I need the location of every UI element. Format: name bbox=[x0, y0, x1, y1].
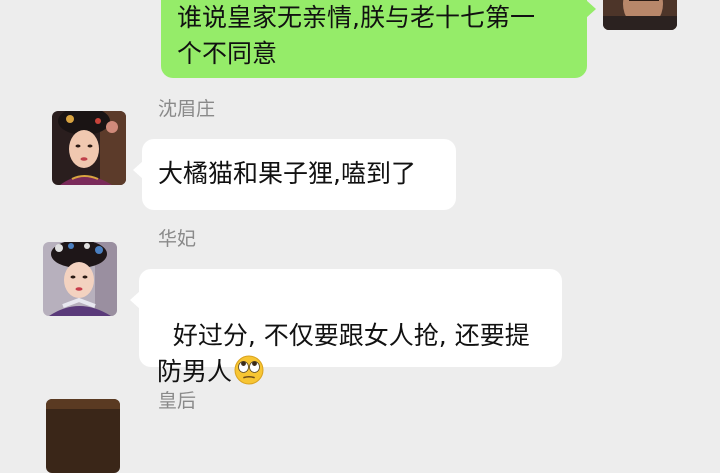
message-bubble-outgoing[interactable]: 谁说皇家无亲情,朕与老十七第一 个不同意 bbox=[161, 0, 596, 78]
message-bubble-incoming[interactable]: 大橘猫和果子狸,嗑到了 bbox=[133, 139, 456, 210]
message-bubble-incoming[interactable]: 好过分, 不仅要跟女人抢, 还要提 防男人 bbox=[130, 269, 562, 386]
huafei-avatar[interactable] bbox=[43, 242, 117, 316]
message-text: 好过分, 不仅要跟女人抢, 还要提 防男人 bbox=[157, 321, 530, 386]
sender-name: 皇后 bbox=[158, 390, 197, 412]
sender-name: 沈眉庄 bbox=[158, 98, 216, 120]
emperor-avatar[interactable] bbox=[603, 0, 677, 30]
empress-avatar[interactable] bbox=[46, 399, 120, 473]
eye-roll-emoji-icon bbox=[234, 355, 264, 385]
sender-name: 华妃 bbox=[158, 228, 197, 250]
shen-meizhuang-avatar[interactable] bbox=[52, 111, 126, 185]
